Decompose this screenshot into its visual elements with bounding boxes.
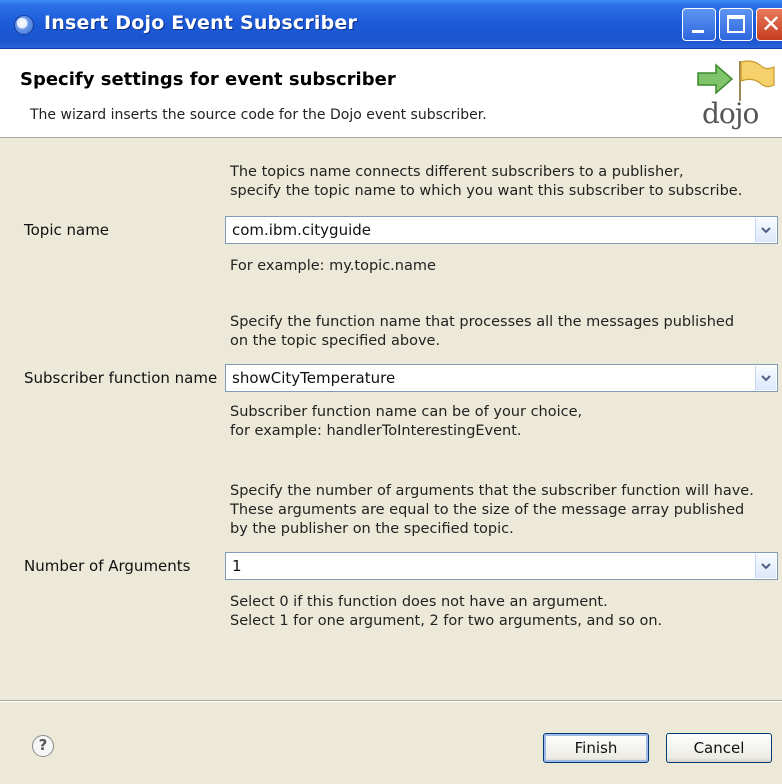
subscriber-function-label: Subscriber function name [24, 369, 218, 387]
subscriber-note-text: Subscriber function name can be of your … [230, 404, 583, 439]
minimize-icon [692, 30, 704, 33]
title-bar[interactable]: Insert Dojo Event Subscriber ✕ [0, 0, 782, 49]
finish-button[interactable]: Finish [543, 733, 649, 763]
cancel-button[interactable]: Cancel [666, 733, 772, 763]
subscriber-function-combo[interactable]: showCityTemperature [225, 364, 778, 392]
chevron-down-icon [761, 375, 771, 382]
dojo-logo: dojo [694, 57, 778, 135]
subscriber-help-text: Specify the function name that processes… [230, 314, 735, 349]
logo-text: dojo [702, 97, 759, 130]
window-title: Insert Dojo Event Subscriber [44, 12, 358, 34]
minimize-button[interactable] [682, 8, 716, 41]
footer-divider-highlight [0, 701, 782, 702]
maximize-button[interactable] [719, 8, 753, 41]
wizard-header: Specify settings for event subscriber Th… [0, 49, 782, 138]
close-button[interactable]: ✕ [756, 8, 782, 41]
topic-help-text: The topics name connects different subsc… [230, 164, 743, 199]
number-of-arguments-combo[interactable]: 1 [225, 552, 778, 580]
chevron-down-icon [761, 227, 771, 234]
subscriber-dropdown-button[interactable] [755, 366, 776, 390]
help-icon[interactable]: ? [32, 735, 54, 757]
chevron-down-icon [761, 563, 771, 570]
arguments-note-text: Select 0 if this function does not have … [230, 594, 663, 629]
subscriber-function-value: showCityTemperature [232, 369, 396, 387]
app-icon [14, 15, 34, 35]
topic-name-label: Topic name [24, 221, 110, 239]
number-of-arguments-label: Number of Arguments [24, 557, 191, 575]
page-title: Specify settings for event subscriber [20, 69, 396, 90]
arguments-dropdown-button[interactable] [755, 554, 776, 578]
topic-name-combo[interactable]: com.ibm.cityguide [225, 216, 778, 244]
maximize-icon [727, 15, 745, 33]
number-of-arguments-value: 1 [232, 557, 242, 575]
topic-dropdown-button[interactable] [755, 218, 776, 242]
page-description: The wizard inserts the source code for t… [30, 107, 487, 123]
arguments-help-text: Specify the number of arguments that the… [230, 483, 754, 537]
topic-example-text: For example: my.topic.name [230, 258, 436, 274]
close-icon: ✕ [761, 10, 782, 38]
topic-name-value: com.ibm.cityguide [232, 221, 371, 239]
dialog-window: Insert Dojo Event Subscriber ✕ Specify s… [0, 0, 782, 784]
